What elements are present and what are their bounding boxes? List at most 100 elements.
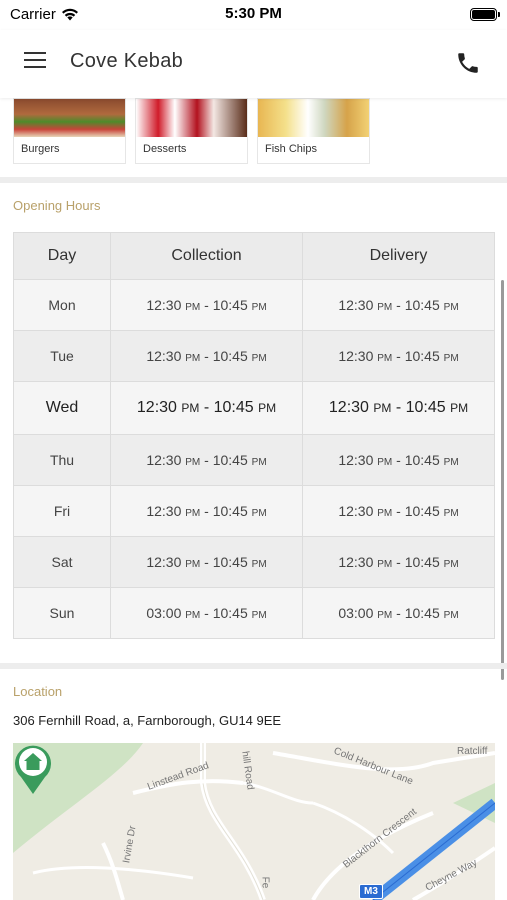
day-cell: Mon (13, 279, 111, 331)
hamburger-menu-icon[interactable] (24, 52, 46, 72)
delivery-hours-cell: 12:30 PM - 10:45 PM (302, 381, 495, 435)
category-strip: Burgers Desserts Fish Chips (0, 98, 507, 178)
time-separator: - (392, 452, 405, 468)
time-to: 10:45 (404, 605, 440, 621)
time-to: 10:45 (212, 605, 248, 621)
opening-hours-label: Opening Hours (13, 198, 101, 213)
phone-icon[interactable] (455, 50, 481, 76)
time-to: 10:45 (212, 297, 248, 313)
time-from: 12:30 (338, 503, 374, 519)
column-header-collection: Collection (110, 232, 303, 280)
ampm: PM (377, 610, 393, 621)
time-to: 10:45 (404, 503, 440, 519)
collection-hours-cell: 12:30 PM - 10:45 PM (110, 330, 303, 382)
collection-hours-cell: 12:30 PM - 10:45 PM (110, 485, 303, 537)
ampm: PM (377, 508, 393, 519)
time-from: 12:30 (136, 399, 177, 416)
time-to: 10:45 (213, 399, 254, 416)
ampm: PM (251, 508, 267, 519)
category-image (136, 99, 247, 137)
ampm: PM (251, 302, 267, 313)
ampm: PM (185, 559, 201, 570)
delivery-hours-cell: 12:30 PM - 10:45 PM (302, 279, 495, 331)
app-header: Cove Kebab (0, 30, 507, 98)
category-tile-fish-chips[interactable]: Fish Chips (257, 98, 370, 164)
time-from: 12:30 (146, 348, 182, 364)
section-divider (0, 177, 507, 183)
ampm: PM (443, 353, 459, 364)
time-from: 12:30 (328, 399, 369, 416)
ampm: PM (443, 610, 459, 621)
location-label: Location (13, 684, 63, 699)
time-to: 10:45 (404, 452, 440, 468)
time-separator: - (392, 554, 405, 570)
collection-hours-cell: 12:30 PM - 10:45 PM (110, 536, 303, 588)
delivery-hours-cell: 12:30 PM - 10:45 PM (302, 330, 495, 382)
ampm: PM (185, 302, 201, 313)
ampm: PM (443, 508, 459, 519)
category-tile-burgers[interactable]: Burgers (13, 98, 126, 164)
ampm: PM (377, 457, 393, 468)
category-image (258, 99, 369, 137)
table-row: Tue 12:30 PM - 10:45 PM 12:30 PM - 10:45 P… (13, 330, 495, 382)
map-background (13, 743, 495, 900)
day-cell: Fri (13, 485, 111, 537)
delivery-hours-cell: 12:30 PM - 10:45 PM (302, 485, 495, 537)
category-label: Desserts (143, 143, 187, 155)
ampm: PM (443, 302, 459, 313)
column-header-day: Day (13, 232, 111, 280)
table-row: Sat 12:30 PM - 10:45 PM 12:30 PM - 10:45 P… (13, 536, 495, 588)
ampm: PM (251, 457, 267, 468)
category-tile-desserts[interactable]: Desserts (135, 98, 248, 164)
time-separator: - (392, 297, 405, 313)
category-label: Fish Chips (265, 143, 317, 155)
scrollbar[interactable] (501, 280, 504, 680)
time-separator: - (200, 503, 213, 519)
page-title: Cove Kebab (70, 50, 184, 72)
time-separator: - (200, 605, 213, 621)
column-header-delivery: Delivery (302, 232, 495, 280)
status-time: 5:30 PM (225, 5, 282, 22)
collection-hours-cell: 12:30 PM - 10:45 PM (110, 279, 303, 331)
table-row: Sun 03:00 PM - 10:45 PM 03:00 PM - 10:45 P… (13, 587, 495, 639)
table-row: Mon 12:30 PM - 10:45 PM 12:30 PM - 10:45 P… (13, 279, 495, 331)
time-from: 03:00 (146, 605, 182, 621)
table-row: Fri 12:30 PM - 10:45 PM 12:30 PM - 10:45 P… (13, 485, 495, 537)
ampm: PM (377, 302, 393, 313)
time-to: 10:45 (212, 348, 248, 364)
ampm: PM (450, 401, 469, 415)
time-from: 03:00 (338, 605, 374, 621)
ampm: PM (185, 508, 201, 519)
time-separator: - (200, 297, 213, 313)
map-street-label: Ratcliff (457, 746, 488, 757)
location-map[interactable]: Linstead Road hill Road Cold Harbour Lan… (13, 743, 495, 900)
ampm: PM (185, 457, 201, 468)
category-image (14, 99, 125, 137)
ampm: PM (251, 610, 267, 621)
delivery-hours-cell: 12:30 PM - 10:45 PM (302, 434, 495, 486)
ampm: PM (377, 559, 393, 570)
motorway-shield: M3 (359, 884, 383, 899)
time-separator: - (199, 399, 214, 416)
ampm: PM (258, 401, 277, 415)
ampm: PM (251, 353, 267, 364)
day-cell: Wed (13, 381, 111, 435)
table-header-row: Day Collection Delivery (13, 232, 495, 280)
collection-hours-cell: 03:00 PM - 10:45 PM (110, 587, 303, 639)
home-pin-icon[interactable] (13, 743, 53, 795)
battery-icon (470, 8, 500, 21)
time-from: 12:30 (338, 348, 374, 364)
time-to: 10:45 (212, 554, 248, 570)
time-to: 10:45 (212, 503, 248, 519)
map-street-label: Fe (259, 876, 271, 889)
status-bar: Carrier 5:30 PM (0, 0, 507, 30)
time-to: 10:45 (212, 452, 248, 468)
collection-hours-cell: 12:30 PM - 10:45 PM (110, 434, 303, 486)
address-text: 306 Fernhill Road, a, Farnborough, GU14 … (13, 713, 282, 728)
ampm: PM (181, 401, 200, 415)
ampm: PM (185, 610, 201, 621)
time-from: 12:30 (146, 554, 182, 570)
category-label: Burgers (21, 143, 60, 155)
time-to: 10:45 (404, 554, 440, 570)
time-to: 10:45 (404, 348, 440, 364)
